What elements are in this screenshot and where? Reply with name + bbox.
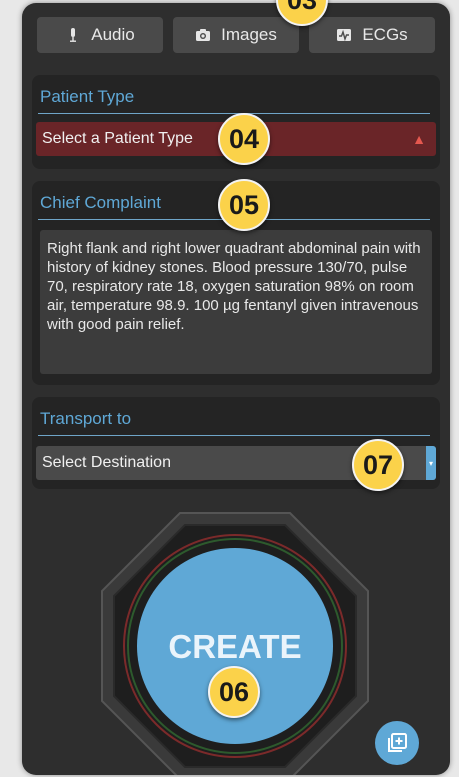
add-copy-icon — [388, 733, 407, 752]
audio-button[interactable]: Audio — [37, 17, 163, 53]
callout-05: 05 — [218, 179, 270, 231]
ecg-icon — [337, 29, 352, 42]
chief-complaint-textarea[interactable]: Right flank and right lower quadrant abd… — [40, 230, 432, 374]
callout-04: 04 — [218, 113, 270, 165]
warning-triangle-icon: ▲ — [412, 131, 426, 147]
ecgs-button[interactable]: ECGs — [309, 17, 435, 53]
callout-06: 06 — [208, 666, 260, 718]
create-label: CREATE — [168, 628, 301, 665]
camera-icon — [196, 29, 211, 41]
audio-label: Audio — [91, 25, 135, 44]
media-bar: Audio Images ECGs — [37, 17, 435, 53]
patient-type-title: Patient Type — [38, 75, 430, 114]
dropdown-arrow-icon: ▾ — [426, 446, 436, 480]
transport-title: Transport to — [38, 397, 430, 436]
microphone-icon — [70, 28, 77, 42]
patient-type-placeholder: Select a Patient Type — [42, 130, 193, 147]
callout-07: 07 — [352, 439, 404, 491]
add-attachment-button[interactable] — [375, 721, 419, 765]
destination-placeholder: Select Destination — [42, 454, 171, 471]
ecgs-label: ECGs — [362, 25, 408, 44]
images-button[interactable]: Images — [173, 17, 299, 53]
images-label: Images — [221, 25, 277, 44]
